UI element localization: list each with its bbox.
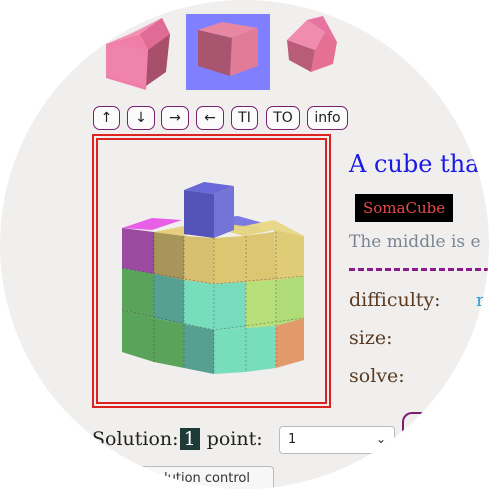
difficulty-label: difficulty:: [349, 289, 441, 311]
info-button[interactable]: info: [307, 106, 348, 130]
solution-number[interactable]: 1: [179, 428, 200, 450]
point-select[interactable]: 1 ⌄: [279, 426, 395, 454]
thumbnail-side-view[interactable]: [283, 14, 367, 90]
ti-button[interactable]: TI: [231, 106, 258, 130]
point-select-value: 1: [288, 432, 297, 447]
solution-label: Solution:: [92, 428, 179, 450]
solution-row: Solution: 1 point:: [92, 428, 263, 450]
point-label: point:: [206, 428, 263, 450]
size-label: size:: [349, 327, 393, 349]
left-arrow-button[interactable]: ←: [196, 106, 224, 130]
cube-viewer-canvas[interactable]: [96, 138, 327, 404]
solution-control-button[interactable]: lution control: [140, 466, 274, 489]
up-arrow-button[interactable]: ↑: [93, 106, 120, 130]
section-divider: [349, 268, 489, 271]
chevron-down-icon: ⌄: [375, 432, 386, 446]
puzzle-description: The middle is e: [349, 232, 481, 252]
right-arrow-button[interactable]: →: [161, 106, 189, 130]
to-button[interactable]: TO: [266, 106, 300, 130]
puzzle-title: A cube tha: [349, 150, 480, 178]
side-panel-button[interactable]: [402, 412, 444, 444]
puzzle-tag-badge[interactable]: SomaCube: [355, 194, 454, 222]
cube-viewer[interactable]: [92, 134, 331, 408]
thumbnail-center-view[interactable]: [186, 14, 270, 90]
page-circle-frame: ↑ ↓ → ← TI TO info A cube tha SomaCube T…: [0, 0, 489, 489]
difficulty-value: r: [476, 290, 485, 311]
down-arrow-button[interactable]: ↓: [127, 106, 155, 130]
thumbnail-front-view[interactable]: [100, 14, 184, 90]
solve-label: solve:: [349, 365, 405, 387]
